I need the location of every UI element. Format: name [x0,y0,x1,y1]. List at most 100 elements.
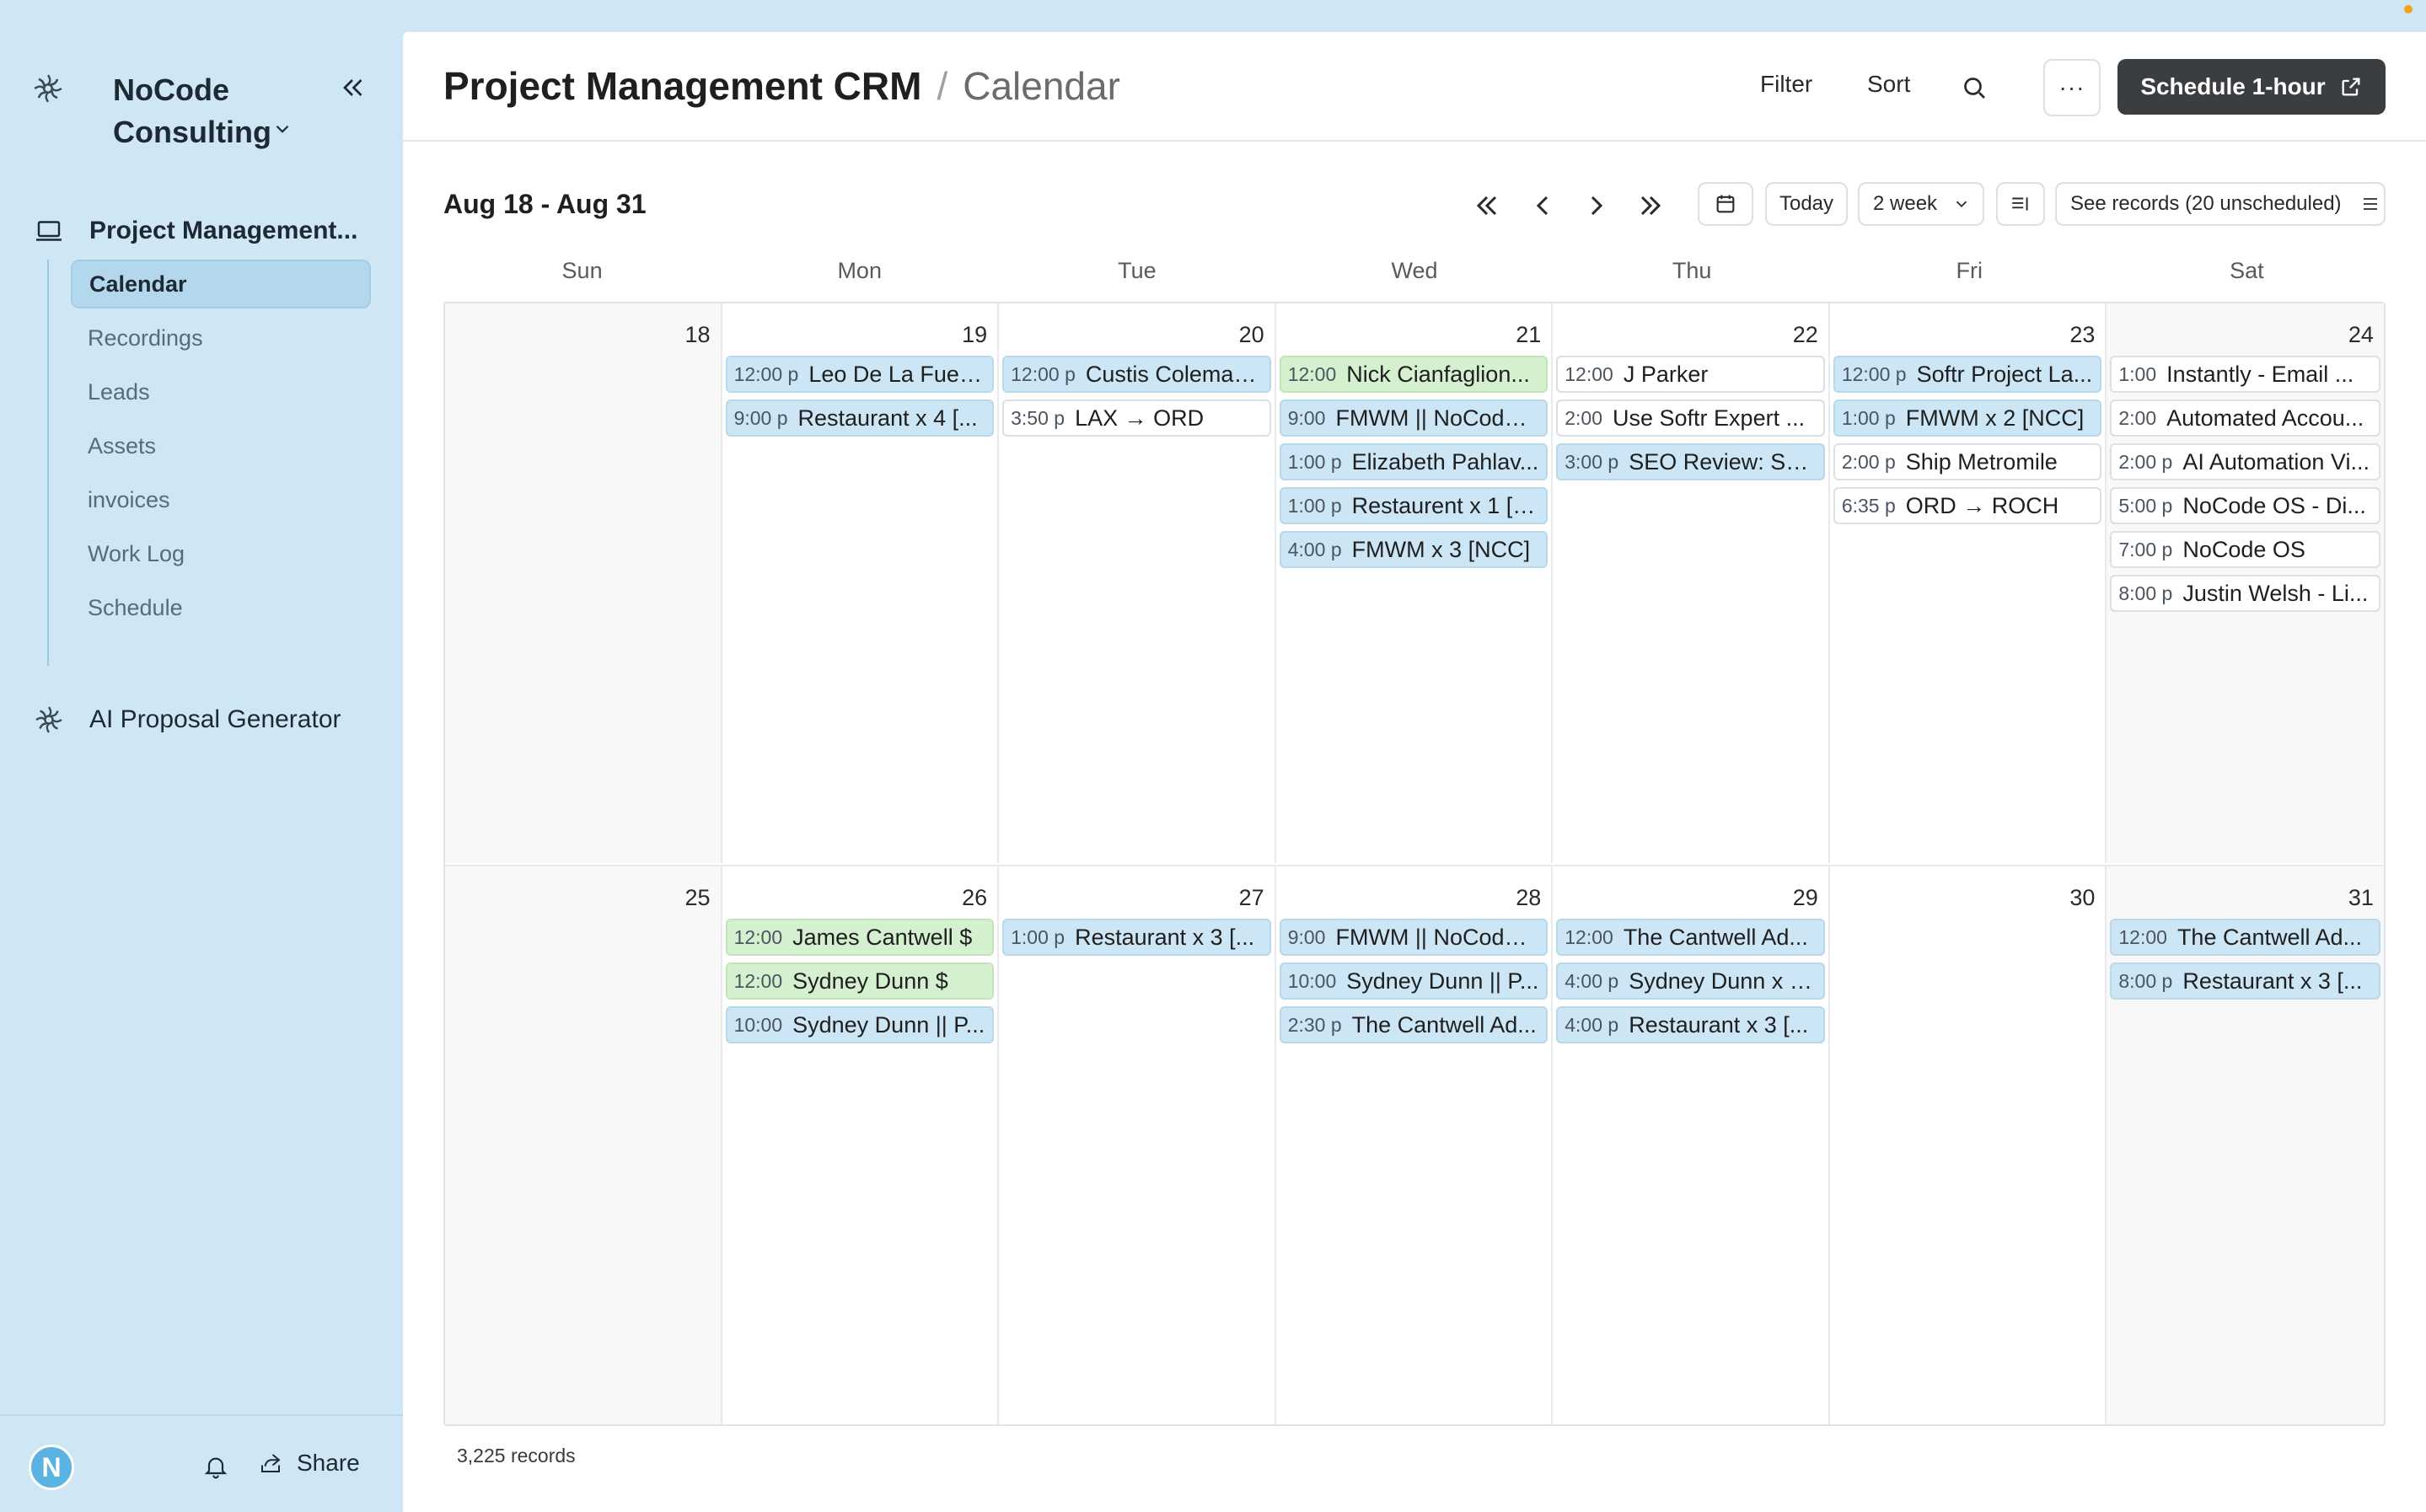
calendar-event[interactable]: 3:50 p LAX → ORD [1002,399,1271,437]
calendar-event[interactable]: 12:00 p Leo De La Fuent... [725,356,995,393]
sidebar-item-schedule[interactable]: Schedule [71,583,371,632]
calendar-day-cell[interactable]: 18 [445,303,722,863]
double-chevron-left-icon[interactable] [1470,189,1504,223]
calendar-day-cell[interactable]: 20 12:00 p Custis Coleman ... 3:50 p LAX → O… [999,303,1276,863]
sort-button[interactable]: Sort [1867,71,1910,98]
workspace-name[interactable]: NoCode Consulting [113,69,315,153]
calendar-event[interactable]: 1:00 p Restaurent x 1 [N... [1279,487,1548,524]
calendar-event[interactable]: 1:00 p FMWM x 2 [NCC] [1833,399,2102,437]
calendar-event[interactable]: 8:00 p Restaurant x 3 [... [2110,962,2380,1000]
event-title: The Cantwell Ad... [1351,1011,1537,1037]
calendar-event[interactable]: 10:00 Sydney Dunn || P... [725,1006,995,1043]
calendar-event[interactable]: 9:00 p Restaurant x 4 [... [725,399,995,437]
calendar-event[interactable]: 12:00 J Parker [1556,356,1825,393]
day-events: 9:00 FMWM || NoCode ... 10:00 Sydney Dunn |… [1279,919,1548,1050]
calendar-event[interactable]: 12:00 Nick Cianfaglion... [1279,356,1548,393]
sidebar-item-leads[interactable]: Leads [71,367,371,416]
event-time: 7:00 p [2118,538,2173,560]
calendar-event[interactable]: 9:00 FMWM || NoCode ... [1279,399,1548,437]
calendar-event[interactable]: 2:00 Use Softr Expert ... [1556,399,1825,437]
calendar-event[interactable]: 6:35 p ORD → ROCH [1833,487,2102,524]
window-top-strip [0,0,2426,32]
calendar-event[interactable]: 5:00 p NoCode OS - Di... [2110,487,2380,524]
calendar-event[interactable]: 3:00 p SEO Review: Sof... [1556,443,1825,480]
event-title: SEO Review: Sof... [1629,448,1817,475]
calendar-day-cell[interactable]: 23 12:00 p Softr Project La... 1:00 p FMWM x… [1830,303,2107,863]
calendar-event[interactable]: 2:00 p AI Automation Vi... [2110,443,2380,480]
sidebar-item-recordings[interactable]: Recordings [71,314,371,362]
workspace-icon [34,74,62,103]
sidebar-item-invoices[interactable]: invoices [71,475,371,524]
event-title: LAX → ORD [1075,405,1205,431]
nav-group-ai-proposal[interactable]: AI Proposal Generator [34,696,341,743]
calendar-day-cell[interactable]: 19 12:00 p Leo De La Fuent... 9:00 p Restaur… [722,303,1000,863]
schedule-1-hour-button[interactable]: Schedule 1-hour [2117,59,2386,115]
calendar-event[interactable]: 12:00 Sydney Dunn $ [725,962,995,1000]
calendar-event[interactable]: 7:00 p NoCode OS [2110,531,2380,568]
calendar-event[interactable]: 1:00 p Elizabeth Pahlav... [1279,443,1548,480]
calendar-day-cell[interactable]: 26 12:00 James Cantwell $ 12:00 Sydney Dunn … [722,866,1000,1424]
calendar-day-cell[interactable]: 21 12:00 Nick Cianfaglion... 9:00 FMWM || No… [1276,303,1554,863]
calendar-event[interactable]: 12:00 James Cantwell $ [725,919,995,956]
nav-group-project-management[interactable]: Project Management... [34,207,371,255]
calendar-event[interactable]: 10:00 Sydney Dunn || P... [1279,962,1548,1000]
event-title: Leo De La Fuent... [808,361,986,387]
chevron-right-icon[interactable] [1580,189,1613,223]
day-number: 27 [1238,885,1264,910]
calendar-event[interactable]: 1:00 Instantly - Email ... [2110,356,2380,393]
calendar-event[interactable]: 12:00 p Custis Coleman ... [1002,356,1271,393]
event-title: NoCode OS [2182,536,2305,562]
weekday-label: Sat [2230,258,2264,283]
calendar-event[interactable]: 1:00 p Restaurant x 3 [... [1002,919,1271,956]
chevron-down-icon[interactable] [271,118,293,140]
calendar-event[interactable]: 12:00 p Softr Project La... [1833,356,2102,393]
calendar-day-cell[interactable]: 30 [1830,866,2107,1424]
view-select[interactable]: 2 week [1858,182,1984,226]
calendar-day-cell[interactable]: 22 12:00 J Parker 2:00 Use Softr Expert ... 3… [1553,303,1830,863]
calendar-day-cell[interactable]: 31 12:00 The Cantwell Ad... 8:00 p Restauran… [2107,866,2384,1424]
breadcrumb: Project Management CRM / Calendar [443,61,1120,111]
event-time: 3:50 p [1011,406,1065,429]
sidebar-item-assets[interactable]: Assets [71,421,371,470]
calendar-event[interactable]: 4:00 p Sydney Dunn x 3... [1556,962,1825,1000]
collapse-sidebar-icon[interactable] [337,72,368,103]
page-title[interactable]: Project Management CRM [443,64,921,108]
event-title: FMWM || NoCode ... [1335,405,1540,431]
calendar-day-cell[interactable]: 24 1:00 Instantly - Email ... 2:00 Automated… [2107,303,2384,863]
calendar-day-cell[interactable]: 29 12:00 The Cantwell Ad... 4:00 p Sydney Du… [1553,866,1830,1424]
event-time: 10:00 [733,1013,783,1036]
calendar-day-cell[interactable]: 25 [445,866,722,1424]
calendar-event[interactable]: 12:00 The Cantwell Ad... [1556,919,1825,956]
calendar-event[interactable]: 8:00 p Justin Welsh - Li... [2110,575,2380,612]
display-options-button[interactable] [1996,182,2045,226]
double-chevron-right-icon[interactable] [1634,189,1667,223]
calendar-event[interactable]: 2:30 p The Cantwell Ad... [1279,1006,1548,1043]
notification-dot [2404,5,2413,13]
search-icon[interactable] [1959,72,1989,103]
calendar-event[interactable]: 4:00 p Restaurant x 3 [... [1556,1006,1825,1043]
calendar-event[interactable]: 12:00 The Cantwell Ad... [2110,919,2380,956]
calendar-event[interactable]: 9:00 FMWM || NoCode ... [1279,919,1548,956]
chevron-left-icon[interactable] [1526,189,1559,223]
calendar-day-cell[interactable]: 28 9:00 FMWM || NoCode ... 10:00 Sydney Dunn… [1276,866,1554,1424]
more-options-button[interactable]: ··· [2043,59,2101,116]
calendar-event[interactable]: 2:00 Automated Accou... [2110,399,2380,437]
filter-button[interactable]: Filter [1760,71,1812,98]
share-icon [261,1454,281,1472]
calendar-day-cell[interactable]: 27 1:00 p Restaurant x 3 [... [999,866,1276,1424]
calendar-picker-button[interactable] [1698,182,1753,226]
bell-icon[interactable] [202,1453,229,1480]
see-records-button[interactable]: See records (20 unscheduled) [2055,182,2386,226]
event-time: 2:00 p [1841,450,1896,473]
chevron-down-icon [1956,201,1967,208]
today-button[interactable]: Today [1765,182,1848,226]
event-title: Instantly - Email ... [2166,361,2354,387]
sidebar-item-work-log[interactable]: Work Log [71,529,371,578]
day-events: 12:00 James Cantwell $ 12:00 Sydney Dunn $ 1… [725,919,995,1050]
sidebar-item-calendar[interactable]: Calendar [71,260,371,308]
calendar-event[interactable]: 2:00 p Ship Metromile [1833,443,2102,480]
share-button[interactable]: Share [258,1450,360,1477]
list-settings-icon [2012,197,2028,211]
calendar-event[interactable]: 4:00 p FMWM x 3 [NCC] [1279,531,1548,568]
avatar[interactable]: N [29,1445,74,1490]
